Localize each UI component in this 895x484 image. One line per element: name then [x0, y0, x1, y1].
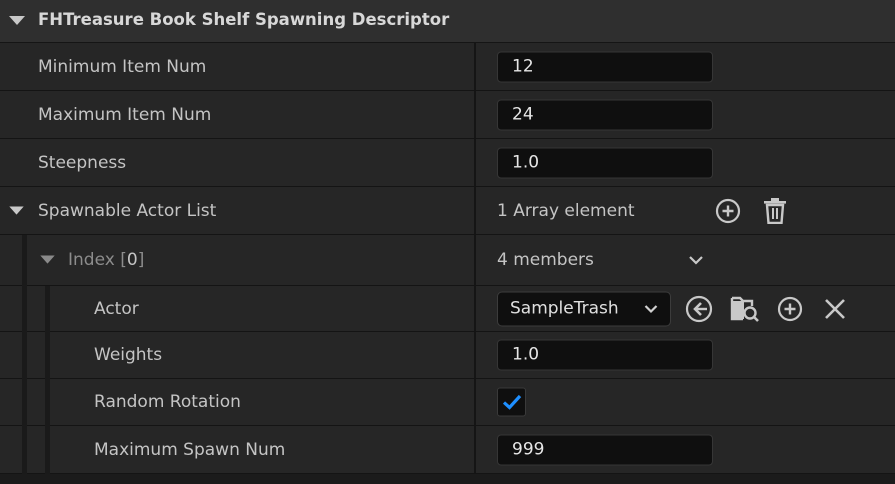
triangle-down-icon[interactable] — [9, 16, 25, 26]
property-label: Maximum Item Num — [38, 104, 212, 125]
input-value: 999 — [512, 439, 545, 459]
index-bracket-close: ] — [137, 250, 145, 270]
column-divider[interactable] — [474, 332, 476, 378]
checkmark-icon — [502, 394, 522, 410]
tree-indent-guide — [22, 379, 27, 426]
minimum-item-num-input[interactable]: 12 — [497, 51, 713, 82]
column-divider[interactable] — [474, 235, 476, 285]
property-row-actor: Actor SampleTrash — [0, 286, 895, 332]
column-divider[interactable] — [474, 187, 476, 234]
property-label: Minimum Item Num — [38, 56, 207, 77]
property-row-maximum-spawn-num: Maximum Spawn Num 999 — [0, 426, 895, 474]
plus-circle-icon[interactable] — [777, 296, 803, 322]
property-label: Maximum Spawn Num — [94, 439, 286, 460]
property-row-spawnable-actor-list: Spawnable Actor List 1 Array element — [0, 187, 895, 235]
input-value: 12 — [512, 56, 534, 76]
index-bracket-open: [ — [120, 250, 127, 270]
column-divider[interactable] — [474, 379, 476, 425]
tree-indent-guide — [22, 235, 27, 286]
property-label: Actor — [94, 298, 139, 319]
plus-circle-icon[interactable] — [715, 198, 741, 224]
arrow-left-circle-icon[interactable] — [685, 295, 713, 323]
column-divider[interactable] — [474, 286, 476, 331]
input-value: 24 — [512, 104, 534, 124]
property-row-steepness: Steepness 1.0 — [0, 139, 895, 187]
column-divider[interactable] — [474, 139, 476, 186]
tree-indent-guide — [45, 286, 50, 332]
category-title: FHTreasure Book Shelf Spawning Descripto… — [38, 10, 450, 29]
tree-indent-guide — [45, 426, 50, 474]
property-label: Steepness — [38, 152, 127, 173]
array-element-count: 1 Array element — [497, 200, 635, 221]
maximum-spawn-num-input[interactable]: 999 — [497, 434, 713, 465]
tree-indent-guide — [45, 379, 50, 426]
property-label: Spawnable Actor List — [38, 200, 217, 221]
actor-picker-dropdown[interactable]: SampleTrash — [497, 291, 671, 326]
tree-indent-guide — [45, 332, 50, 379]
chevron-down-icon[interactable] — [688, 255, 704, 265]
property-row-minimum-item-num: Minimum Item Num 12 — [0, 43, 895, 91]
input-value: 1.0 — [512, 344, 540, 365]
index-number: 0 — [126, 250, 138, 270]
steepness-input[interactable]: 1.0 — [497, 147, 713, 178]
tree-indent-guide — [22, 332, 27, 379]
triangle-down-icon[interactable] — [40, 255, 55, 265]
selected-actor: SampleTrash — [510, 298, 619, 318]
triangle-down-icon[interactable] — [9, 206, 24, 215]
random-rotation-checkbox[interactable] — [497, 387, 526, 417]
property-row-weights: Weights 1.0 — [0, 332, 895, 379]
array-index-row: Index [0] 4 members — [0, 235, 895, 286]
member-count: 4 members — [497, 250, 594, 270]
index-label-text: Index — [68, 250, 115, 270]
tree-indent-guide — [22, 426, 27, 474]
folder-search-icon[interactable] — [730, 295, 760, 323]
close-icon[interactable] — [824, 298, 846, 320]
weights-input[interactable]: 1.0 — [497, 339, 713, 371]
panel-bottom-edge — [0, 474, 895, 484]
details-category-header[interactable]: FHTreasure Book Shelf Spawning Descripto… — [0, 0, 895, 43]
column-divider[interactable] — [474, 91, 476, 138]
column-divider[interactable] — [474, 426, 476, 473]
column-divider[interactable] — [474, 43, 476, 90]
array-index-label: Index [0] — [68, 250, 144, 270]
property-row-random-rotation: Random Rotation — [0, 379, 895, 426]
chevron-down-icon — [644, 304, 658, 313]
trash-icon[interactable] — [763, 197, 787, 224]
property-row-maximum-item-num: Maximum Item Num 24 — [0, 91, 895, 139]
property-label: Random Rotation — [94, 392, 241, 412]
property-label: Weights — [94, 345, 163, 365]
input-value: 1.0 — [512, 152, 540, 172]
maximum-item-num-input[interactable]: 24 — [497, 99, 713, 130]
tree-indent-guide — [22, 286, 27, 332]
